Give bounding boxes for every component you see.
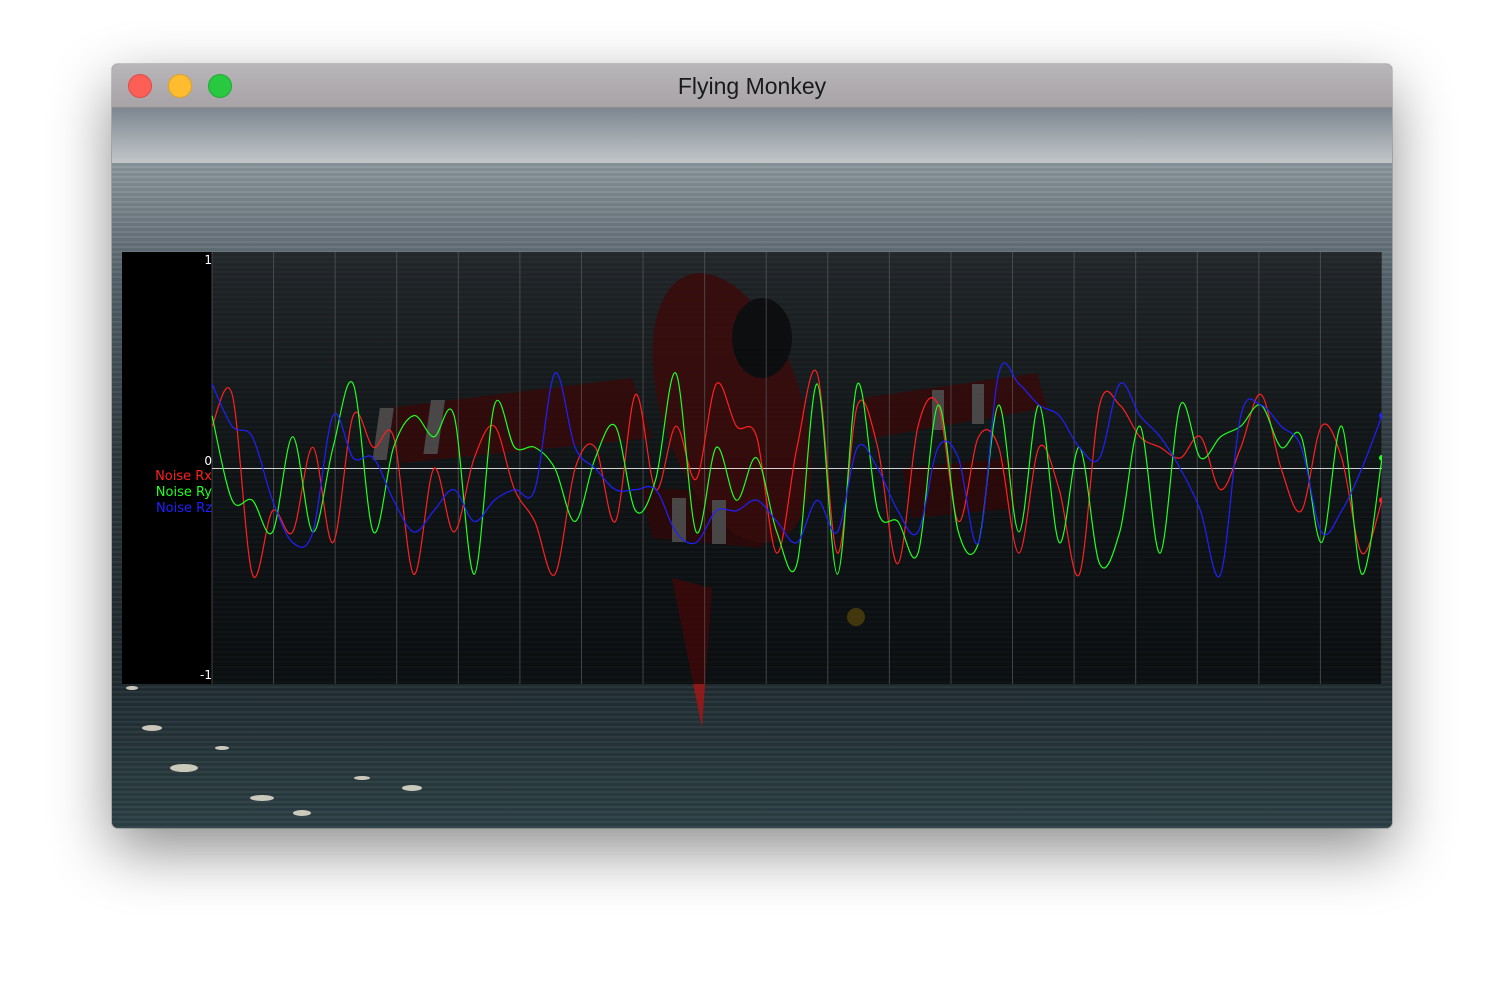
end-point-noise-rx [1379, 497, 1382, 504]
end-point-noise-ry [1379, 454, 1382, 461]
window-title: Flying Monkey [677, 73, 827, 99]
noise-line-chart [211, 252, 1382, 684]
app-window: Flying Monkey 1 0 -1 Noise Rx Noise Ry N… [112, 64, 1392, 828]
noise-plot-panel: 1 0 -1 Noise Rx Noise Ry Noise Rz [122, 252, 1382, 684]
end-point-noise-rz [1379, 412, 1382, 419]
series-line-noise-ry [211, 372, 1382, 575]
title-bar[interactable]: Flying Monkey [112, 64, 1392, 108]
game-viewport[interactable]: 1 0 -1 Noise Rx Noise Ry Noise Rz [112, 108, 1392, 828]
series-line-noise-rz [211, 362, 1382, 578]
